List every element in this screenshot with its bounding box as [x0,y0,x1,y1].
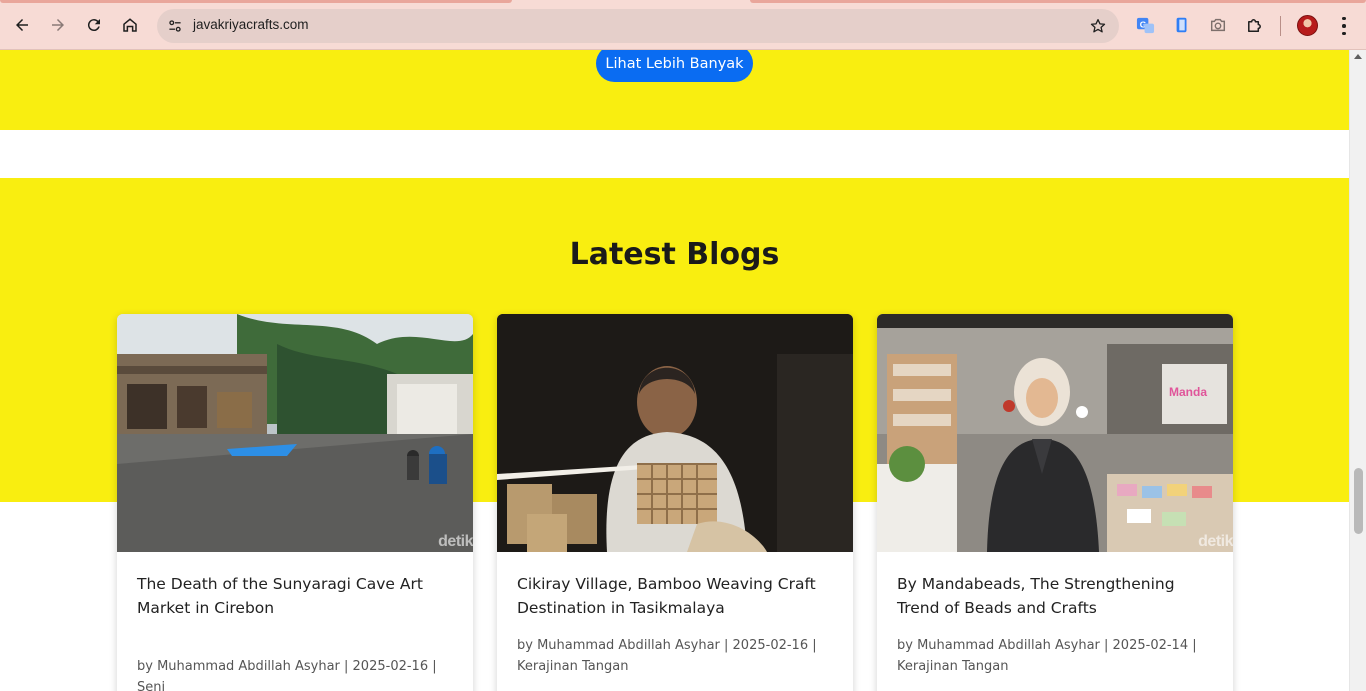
arrow-left-icon [16,19,28,31]
see-more-button[interactable]: Lihat Lebih Banyak [596,50,753,82]
blog-card-mandabeads[interactable]: Manda detik By Mandabeads, The Strengthe… [877,314,1233,691]
blog-card-sunyaragi[interactable]: detik The Death of the Sunyaragi Cave Ar… [117,314,473,691]
address-bar[interactable]: javakriyacrafts.com [157,9,1119,43]
browser-toolbar: javakriyacrafts.com G [0,0,1366,50]
back-button[interactable] [9,12,35,38]
page-viewport: Lihat Lebih Banyak Latest Blogs detik Th… [0,50,1349,691]
url-text[interactable]: javakriyacrafts.com [193,17,309,32]
scroll-up-arrow-icon[interactable] [1354,54,1362,59]
blog-meta: by Muhammad Abdillah Asyhar | 2025-02-16… [517,638,817,674]
profile-avatar[interactable] [1297,15,1318,36]
blog-image[interactable]: detik [497,314,853,552]
blog-meta: by Muhammad Abdillah Asyhar | 2025-02-14… [897,638,1197,674]
extensions-puzzle-icon[interactable] [1244,15,1264,35]
tab-strip-edge [0,0,512,3]
blog-image[interactable]: detik [117,314,473,552]
blog-title[interactable]: By Mandabeads, The Strengthening Trend o… [897,572,1215,620]
scrollbar-thumb[interactable] [1354,468,1363,534]
image-watermark: detik [438,533,473,550]
blog-title[interactable]: The Death of the Sunyaragi Cave Art Mark… [137,572,455,620]
tab-strip-edge [750,0,1366,3]
blog-meta: by Muhammad Abdillah Asyhar | 2025-02-16… [137,659,437,691]
blog-image[interactable]: Manda detik [877,314,1233,552]
home-icon [123,18,137,32]
reload-button[interactable] [81,12,107,38]
toolbar-divider [1280,16,1281,36]
bookmark-star-icon[interactable] [1089,17,1107,35]
page-scrollbar[interactable] [1349,50,1366,691]
arrow-right-icon [52,19,64,31]
home-button[interactable] [117,12,143,38]
forward-button[interactable] [45,12,71,38]
camera-extension-icon[interactable] [1208,15,1228,35]
blog-card-cikiray[interactable]: detik Cikiray Village, Bamboo Weaving Cr… [497,314,853,691]
latest-blogs-heading: Latest Blogs [569,237,780,272]
translate-extension-icon[interactable]: G [1135,15,1155,35]
image-watermark: detik [1198,533,1233,550]
browser-menu-button[interactable] [1336,15,1352,37]
reader-extension-icon[interactable] [1172,15,1192,35]
svg-text:Manda: Manda [1169,385,1207,399]
blog-title[interactable]: Cikiray Village, Bamboo Weaving Craft De… [517,572,835,620]
site-settings-icon[interactable] [165,16,185,36]
reload-icon [87,19,100,32]
